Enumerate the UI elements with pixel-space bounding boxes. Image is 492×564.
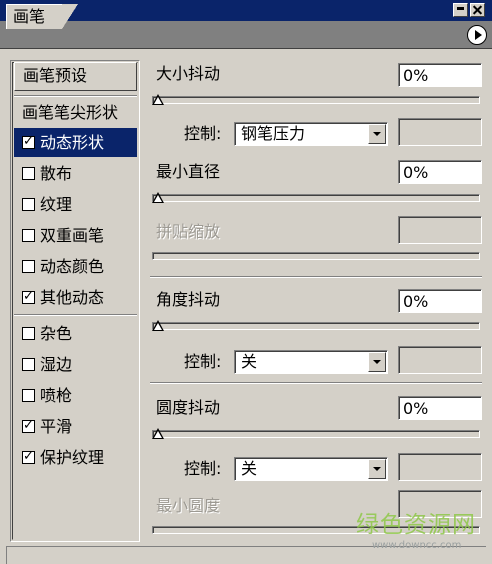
chevron-down-icon[interactable] <box>368 124 386 144</box>
chevron-down-icon[interactable] <box>368 352 386 372</box>
close-button[interactable] <box>470 3 485 17</box>
tilt-scale-slider <box>152 252 480 260</box>
size-jitter-label: 大小抖动 <box>156 64 221 83</box>
list-item-color-dynamics[interactable]: 动态颜色 <box>14 252 137 281</box>
angle-jitter-slider[interactable] <box>152 320 480 331</box>
shape-dynamics-settings: 大小抖动 0% 控制: 钢笔压力 最小直径 0% 拼贴缩放 角度抖动 0% 控制… <box>148 56 484 540</box>
size-control-select[interactable]: 钢笔压力 <box>234 122 388 146</box>
angle-control-select[interactable]: 关 <box>234 350 388 374</box>
checkbox-noise[interactable] <box>22 327 35 340</box>
checkbox-shape-dynamics[interactable] <box>22 133 35 151</box>
section-divider <box>150 276 482 278</box>
roundness-control-box <box>398 453 482 481</box>
list-item-shape-dynamics[interactable]: 动态形状 <box>14 128 137 157</box>
list-item-smoothing[interactable]: 平滑 <box>14 412 137 441</box>
brush-presets-button[interactable]: 画笔预设 <box>14 62 137 91</box>
list-item-other-dynamics[interactable]: 其他动态 <box>14 283 137 312</box>
size-control-threshold-box <box>398 118 482 146</box>
checkbox-wet-edges[interactable] <box>22 358 35 371</box>
list-item-brush-tip-shape[interactable]: 画笔笔尖形状 <box>14 98 137 127</box>
tilt-scale-input <box>398 216 482 244</box>
list-item-texture[interactable]: 纹理 <box>14 190 137 219</box>
list-item-wet-edges[interactable]: 湿边 <box>14 350 137 379</box>
minimize-button[interactable] <box>453 3 468 17</box>
list-item-dual-brush[interactable]: 双重画笔 <box>14 221 137 250</box>
section-divider <box>150 382 482 384</box>
list-item-noise[interactable]: 杂色 <box>14 319 137 348</box>
panel-menu-arrow-icon[interactable] <box>467 25 487 45</box>
checkbox-color-dynamics[interactable] <box>22 260 35 273</box>
size-control-label: 控制: <box>184 124 222 143</box>
roundness-control-label: 控制: <box>184 459 222 478</box>
list-item-protect-texture[interactable]: 保护纹理 <box>14 443 137 472</box>
min-diameter-slider[interactable] <box>152 192 480 203</box>
list-item-airbrush[interactable]: 喷枪 <box>14 381 137 410</box>
min-diameter-label: 最小直径 <box>156 162 221 181</box>
brush-options-list: 画笔预设 画笔笔尖形状 动态形状 散布 纹理 双重画笔 动态颜色 其他动态 杂色… <box>10 60 140 542</box>
checkbox-other-dynamics[interactable] <box>22 288 35 306</box>
size-jitter-slider[interactable] <box>152 94 480 105</box>
watermark-url: www.downcc.com <box>372 540 462 551</box>
roundness-jitter-input[interactable]: 0% <box>398 396 482 420</box>
checkbox-dual-brush[interactable] <box>22 229 35 242</box>
angle-jitter-input[interactable]: 0% <box>398 289 482 313</box>
angle-control-box <box>398 346 482 374</box>
checkbox-texture[interactable] <box>22 198 35 211</box>
roundness-jitter-slider[interactable] <box>152 428 480 439</box>
tab-edge <box>62 4 78 29</box>
checkbox-smoothing[interactable] <box>22 417 35 435</box>
min-diameter-input[interactable]: 0% <box>398 160 482 184</box>
roundness-control-select[interactable]: 关 <box>234 457 388 481</box>
checkbox-airbrush[interactable] <box>22 389 35 402</box>
tab-brushes[interactable]: 画笔 <box>6 4 62 29</box>
angle-control-label: 控制: <box>184 352 222 371</box>
size-jitter-input[interactable]: 0% <box>398 63 482 87</box>
list-divider <box>14 95 137 97</box>
min-roundness-label: 最小圆度 <box>156 496 221 515</box>
checkbox-protect-texture[interactable] <box>22 448 35 466</box>
roundness-jitter-label: 圆度抖动 <box>156 398 221 417</box>
list-divider <box>14 314 137 316</box>
chevron-down-icon[interactable] <box>368 459 386 479</box>
checkbox-scattering[interactable] <box>22 167 35 180</box>
list-item-scattering[interactable]: 散布 <box>14 159 137 188</box>
angle-jitter-label: 角度抖动 <box>156 290 221 309</box>
tilt-scale-label: 拼贴缩放 <box>156 222 221 241</box>
watermark-logo: 绿色资源网 <box>356 512 476 538</box>
